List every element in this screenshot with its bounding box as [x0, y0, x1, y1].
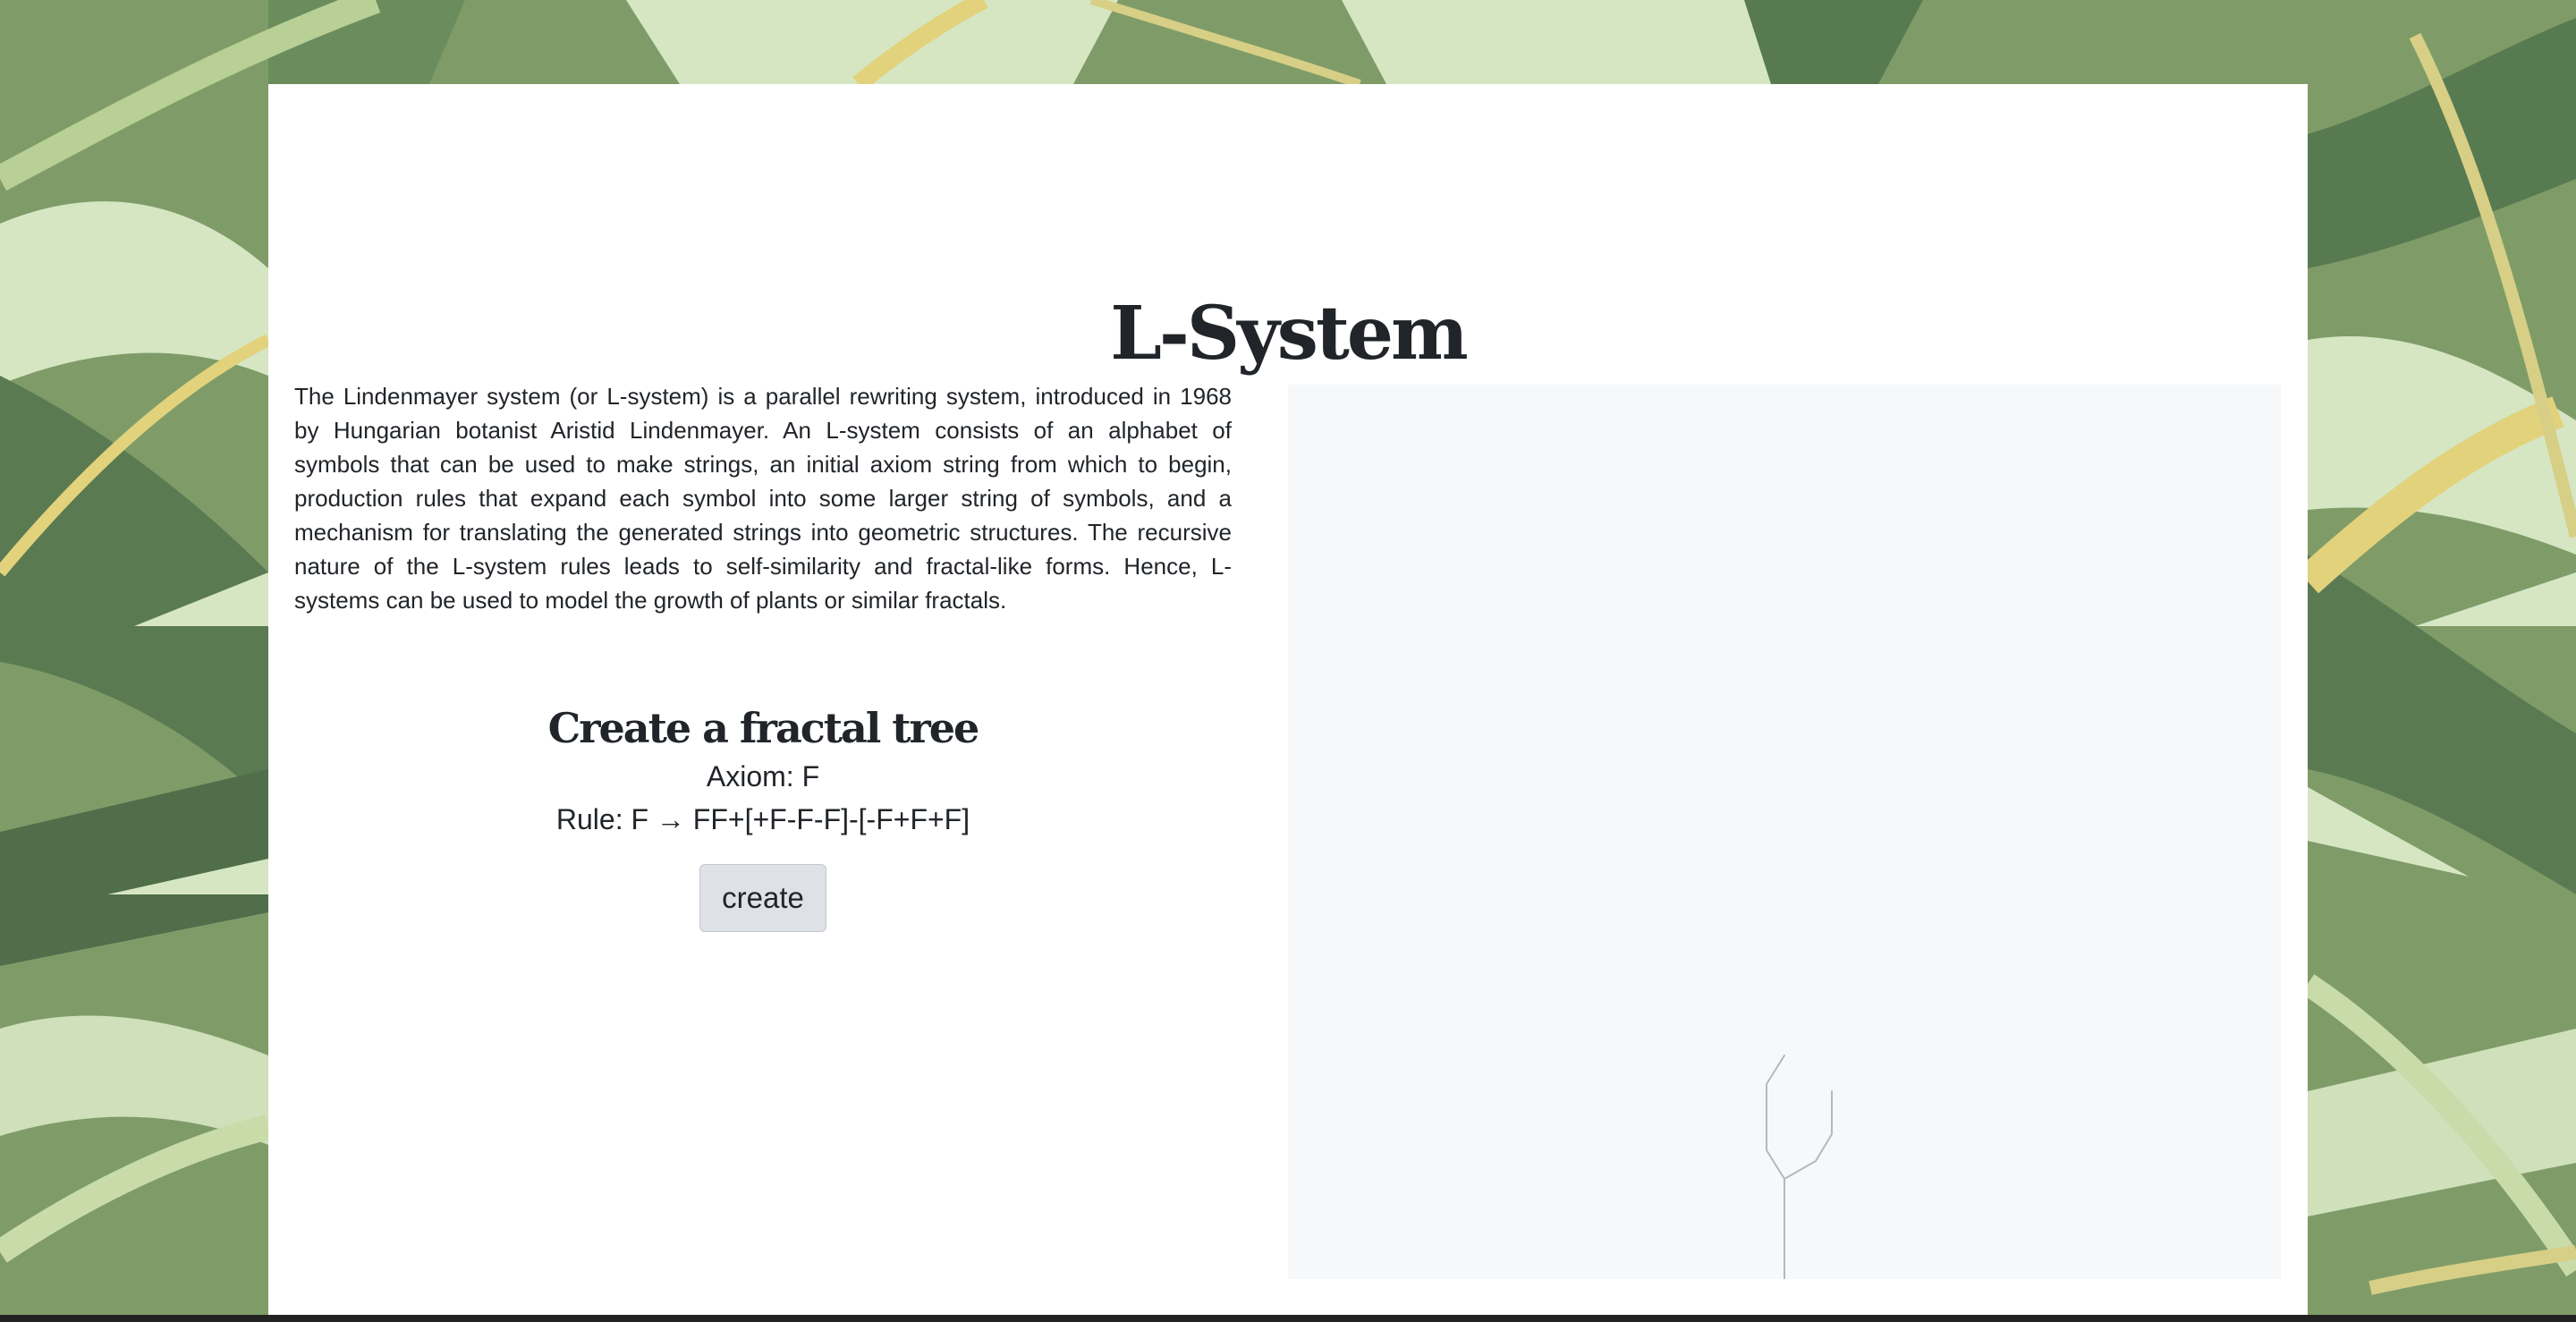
bottom-edge-bar — [0, 1315, 2576, 1322]
generator-heading: Create a fractal tree — [547, 704, 980, 752]
tree-right-branch — [1784, 1090, 1833, 1180]
fractal-tree-generator: Create a fractal tree Axiom: F Rule: F →… — [294, 701, 1232, 932]
lsystem-description: The Lindenmayer system (or L-system) is … — [294, 383, 1232, 614]
rule-text: Rule: F → FF+[+F-F-F]-[-F+F+F] — [555, 803, 970, 835]
fractal-tree-drawing — [1766, 1055, 1833, 1279]
create-button[interactable]: create — [699, 864, 826, 932]
page-title: L-System — [1110, 291, 1469, 377]
axiom-text: Axiom: F — [706, 760, 820, 792]
tree-left-branch — [1766, 1055, 1785, 1180]
content-card: L-System The Lindenmayer system (or L-sy… — [268, 84, 2308, 1315]
fractal-canvas — [1288, 385, 2281, 1279]
